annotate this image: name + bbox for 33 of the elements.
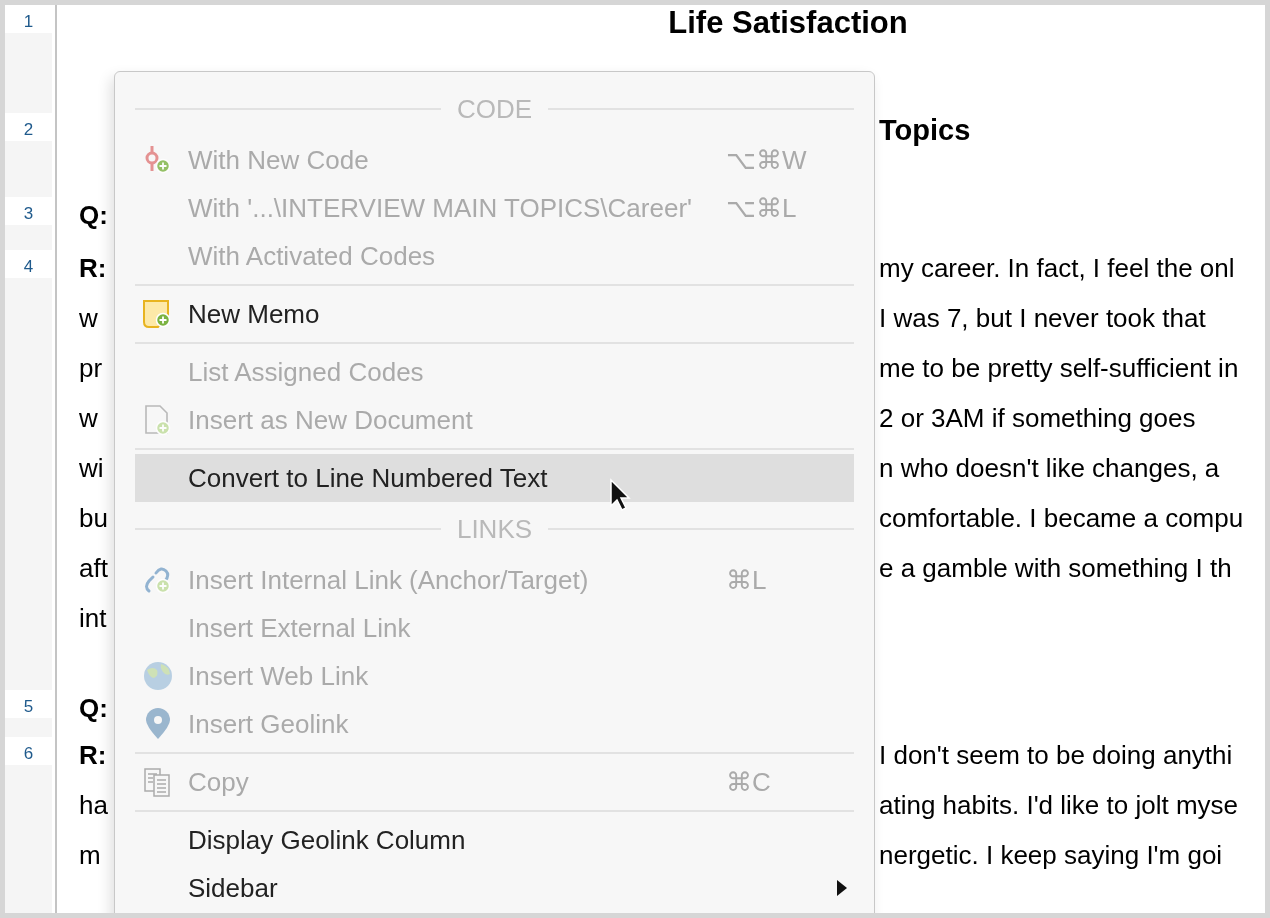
text-fragment: bu xyxy=(79,502,108,533)
text-fragment: m xyxy=(79,839,101,870)
menu-section-header: CODE xyxy=(456,92,533,126)
text-fragment: R: xyxy=(79,252,107,283)
menu-item[interactable]: Convert to Line Numbered Text xyxy=(135,454,854,502)
mouse-pointer-icon xyxy=(609,478,631,512)
text-fragment: aft xyxy=(79,552,108,583)
text-fragment: my career. In fact, I feel the onl xyxy=(879,251,1235,285)
text-fragment: Q: xyxy=(79,199,108,230)
text-fragment: comfortable. I became a compu xyxy=(879,501,1244,535)
text-fragment: n who doesn't like changes, a xyxy=(879,451,1220,485)
text-fragment: pr xyxy=(79,352,103,383)
text-fragment: ha xyxy=(79,789,108,820)
text-fragment: Q: xyxy=(79,692,108,723)
globe-icon xyxy=(141,660,175,692)
text-fragment: w xyxy=(79,402,98,433)
text-fragment: wi xyxy=(79,452,104,483)
text-fragment: me to be pretty self-sufficient in xyxy=(879,351,1239,385)
text-fragment: int xyxy=(79,602,107,633)
text-fragment: ating habits. I'd like to jolt myse xyxy=(879,788,1239,822)
document-heading: Topics xyxy=(879,113,971,149)
text-fragment: e a gamble with something I th xyxy=(879,551,1232,585)
text-fragment: 2 or 3AM if something goes xyxy=(879,401,1196,435)
menu-section-header: LINKS xyxy=(456,512,533,546)
document-title: Life Satisfaction xyxy=(668,5,908,42)
text-fragment: w xyxy=(79,302,98,333)
text-fragment: nergetic. I keep saying I'm goi xyxy=(879,838,1223,872)
menu-item[interactable]: New Memo xyxy=(135,290,854,338)
text-fragment: R: xyxy=(79,739,107,770)
text-fragment: I don't seem to be doing anythi xyxy=(879,738,1233,772)
menu-item[interactable]: Display Geolink Column xyxy=(135,816,854,864)
menu-item[interactable]: Sidebar xyxy=(135,864,854,912)
text-fragment: I was 7, but I never took that xyxy=(879,301,1206,335)
